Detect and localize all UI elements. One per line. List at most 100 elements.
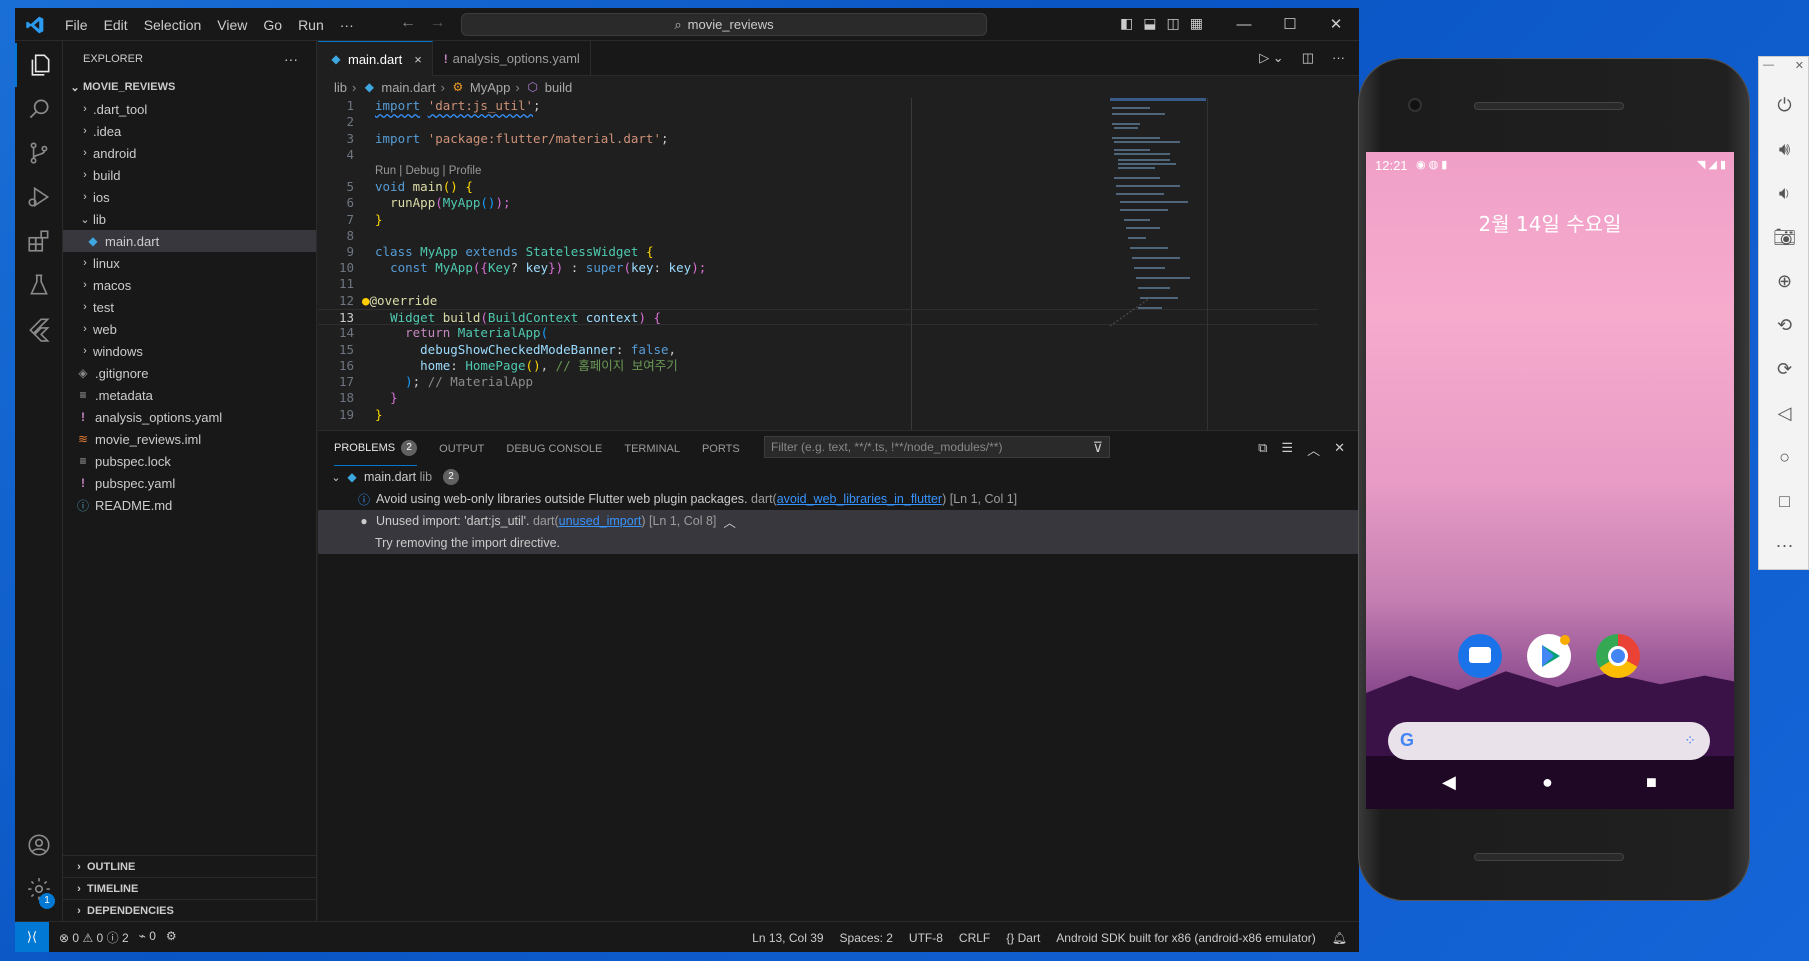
- volume-down-icon[interactable]: 🔉︎: [1759, 183, 1809, 204]
- tree-folder[interactable]: › .idea: [63, 120, 316, 142]
- dependencies-section[interactable]: › DEPENDENCIES: [63, 899, 317, 921]
- tree-folder[interactable]: › linux: [63, 252, 316, 274]
- encoding[interactable]: UTF-8: [909, 931, 943, 945]
- view-as-list-icon[interactable]: ☰: [1281, 440, 1293, 459]
- tree-folder[interactable]: › ios: [63, 186, 316, 208]
- tab-analysis-options[interactable]: ! analysis_options.yaml: [433, 41, 591, 76]
- crumb-method[interactable]: build: [545, 80, 572, 95]
- volume-up-icon[interactable]: 🔊︎: [1759, 139, 1809, 160]
- problem-rule-link[interactable]: avoid_web_libraries_in_flutter: [777, 492, 942, 506]
- tab-ports[interactable]: PORTS: [702, 431, 740, 466]
- tab-terminal[interactable]: TERMINAL: [624, 431, 680, 466]
- tree-folder[interactable]: › build: [63, 164, 316, 186]
- tree-file[interactable]: ≡ pubspec.lock: [63, 450, 316, 472]
- tree-file[interactable]: ! pubspec.yaml: [63, 472, 316, 494]
- tree-file[interactable]: ! analysis_options.yaml: [63, 406, 316, 428]
- code-editor[interactable]: 1 import 'dart:js_util'; 2 3 import 'packa…: [318, 98, 1359, 430]
- command-center[interactable]: ⌕ movie_reviews: [461, 13, 987, 36]
- tree-folder[interactable]: › .dart_tool: [63, 98, 316, 120]
- tree-file[interactable]: ≡ .metadata: [63, 384, 316, 406]
- device-selector[interactable]: Android SDK built for x86 (android-x86 e…: [1056, 931, 1315, 945]
- nav-recents-icon[interactable]: ■: [1646, 772, 1657, 793]
- menu-more[interactable]: ···: [332, 17, 362, 33]
- phone-screen[interactable]: 12:21 ◉ ◍ ▮ ◥ ◢ ▮ 2월 14일 수요일 G ⁘ ◀ ● ■: [1366, 152, 1734, 809]
- tree-folder[interactable]: › macos: [63, 274, 316, 296]
- maximize-icon[interactable]: ☐: [1267, 8, 1313, 41]
- crumb-lib[interactable]: lib: [334, 80, 347, 95]
- language-mode[interactable]: {} Dart: [1006, 931, 1040, 945]
- power-icon[interactable]: ⏻: [1759, 95, 1809, 116]
- cursor-position[interactable]: Ln 13, Col 39: [752, 931, 823, 945]
- tree-folder[interactable]: › test: [63, 296, 316, 318]
- forward-arrow-icon[interactable]: →: [429, 14, 445, 31]
- minimize-icon[interactable]: —: [1221, 8, 1267, 41]
- collapse-all-icon[interactable]: ⧉: [1258, 440, 1267, 459]
- notifications-bell-icon[interactable]: 🔔︎: [1332, 931, 1347, 945]
- google-search-bar[interactable]: G ⁘: [1388, 722, 1710, 760]
- editor-scrollbar[interactable]: [1207, 98, 1208, 430]
- problems-filter-input[interactable]: Filter (e.g. text, **/*.ts, !**/node_mod…: [764, 436, 1110, 458]
- manage-gear-icon[interactable]: 1: [15, 867, 63, 911]
- crumb-file[interactable]: main.dart: [381, 80, 435, 95]
- run-debug-icon[interactable]: [15, 175, 63, 219]
- tab-problems[interactable]: PROBLEMS 2: [334, 431, 418, 466]
- emulator-close-icon[interactable]: ✕: [1795, 59, 1804, 72]
- menu-selection[interactable]: Selection: [136, 17, 210, 33]
- nav-back-icon[interactable]: ◀: [1442, 772, 1456, 793]
- emulator-minimize-icon[interactable]: —: [1763, 59, 1774, 71]
- home-icon[interactable]: ○: [1759, 447, 1809, 468]
- problem-row-selected[interactable]: ● Unused import: 'dart:js_util'. dart(un…: [318, 510, 1359, 532]
- source-control-icon[interactable]: [15, 131, 63, 175]
- lightbulb-icon[interactable]: ●: [362, 293, 370, 308]
- tree-folder[interactable]: › web: [63, 318, 316, 340]
- explorer-icon[interactable]: [15, 43, 63, 87]
- more-actions-icon[interactable]: ···: [1332, 50, 1345, 66]
- back-arrow-icon[interactable]: ←: [400, 14, 416, 31]
- chrome-app-icon[interactable]: [1596, 634, 1640, 678]
- tree-file-selected[interactable]: ◆ main.dart: [63, 230, 316, 252]
- debug-launch-icon[interactable]: ⚙: [166, 929, 177, 946]
- account-icon[interactable]: [15, 823, 63, 867]
- overview-icon[interactable]: □: [1759, 491, 1809, 512]
- codelens-run-debug[interactable]: Run | Debug | Profile: [375, 163, 481, 179]
- tree-root[interactable]: ⌄ MOVIE_REVIEWS: [63, 76, 316, 98]
- nav-home-icon[interactable]: ●: [1542, 772, 1553, 793]
- close-tab-icon[interactable]: ×: [414, 52, 422, 67]
- tree-file[interactable]: ◈ .gitignore: [63, 362, 316, 384]
- toggle-sidebar-icon[interactable]: ◧: [1120, 15, 1133, 32]
- close-panel-icon[interactable]: ✕: [1334, 440, 1345, 459]
- menu-go[interactable]: Go: [255, 17, 290, 33]
- toggle-panel-icon[interactable]: ⬓: [1143, 15, 1156, 32]
- problems-status[interactable]: ⊗ 0 ⚠ 0 ⓘ 2: [59, 929, 129, 946]
- run-icon[interactable]: ▷ ⌄: [1259, 50, 1284, 66]
- zoom-icon[interactable]: ⊕: [1759, 271, 1809, 292]
- play-store-app-icon[interactable]: [1527, 634, 1571, 678]
- tab-main-dart[interactable]: ◆ main.dart ×: [318, 41, 433, 76]
- crumb-class[interactable]: MyApp: [470, 80, 510, 95]
- extensions-icon[interactable]: [15, 219, 63, 263]
- menu-view[interactable]: View: [209, 17, 255, 33]
- outline-section[interactable]: › OUTLINE: [63, 855, 317, 877]
- menu-file[interactable]: File: [57, 17, 96, 33]
- back-icon[interactable]: ◁: [1759, 403, 1809, 424]
- menu-edit[interactable]: Edit: [96, 17, 136, 33]
- timeline-section[interactable]: › TIMELINE: [63, 877, 317, 899]
- chevron-up-icon[interactable]: ︿: [723, 512, 736, 531]
- tree-file[interactable]: ⓘ README.md: [63, 494, 316, 516]
- toggle-secondary-sidebar-icon[interactable]: ◫: [1166, 15, 1179, 32]
- more-options-icon[interactable]: ···: [1759, 535, 1809, 556]
- testing-icon[interactable]: [15, 263, 63, 307]
- rotate-right-icon[interactable]: ⟳: [1759, 359, 1809, 380]
- problem-rule-link[interactable]: unused_import: [559, 514, 642, 528]
- tree-folder[interactable]: › android: [63, 142, 316, 164]
- tree-folder[interactable]: ⌄ lib: [63, 208, 316, 230]
- tree-file[interactable]: ≋ movie_reviews.iml: [63, 428, 316, 450]
- maximize-panel-icon[interactable]: ︿: [1307, 440, 1320, 459]
- ports-status[interactable]: ⌁ 0: [139, 929, 156, 946]
- minimap[interactable]: [1110, 98, 1215, 328]
- indentation[interactable]: Spaces: 2: [840, 931, 893, 945]
- problem-row[interactable]: ⓘ Avoid using web-only libraries outside…: [318, 488, 1359, 510]
- search-view-icon[interactable]: [15, 87, 63, 131]
- rotate-left-icon[interactable]: ⟲: [1759, 315, 1809, 336]
- messages-app-icon[interactable]: [1458, 634, 1502, 678]
